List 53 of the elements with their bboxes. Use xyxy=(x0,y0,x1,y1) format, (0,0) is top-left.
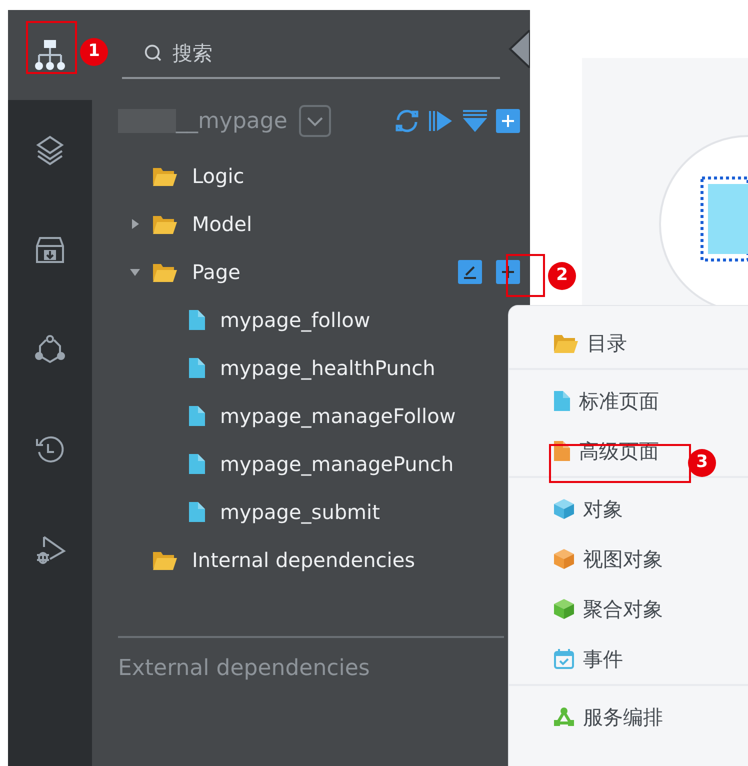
folder-icon xyxy=(152,165,178,187)
debug-run-icon[interactable] xyxy=(34,534,66,566)
menu-item[interactable]: 聚合对象 xyxy=(553,594,663,624)
add-icon[interactable] xyxy=(496,109,520,133)
highlight-frame xyxy=(506,254,545,297)
tree-item-label[interactable]: Page xyxy=(192,257,240,287)
add-icon[interactable] xyxy=(496,260,520,284)
search-field[interactable]: 搜索 xyxy=(172,38,478,68)
tree-item-label[interactable]: Internal dependencies xyxy=(192,545,416,575)
collapse-all-icon[interactable] xyxy=(462,108,488,134)
document-icon xyxy=(188,309,206,331)
document-icon xyxy=(188,501,206,523)
tree-item-label[interactable]: mypage_managePunch xyxy=(220,449,454,479)
expand-arrow-icon[interactable] xyxy=(130,267,140,277)
document-icon xyxy=(188,405,206,427)
tree-item-label[interactable]: mypage_healthPunch xyxy=(220,353,436,383)
folder-icon xyxy=(152,261,178,283)
nodes-cycle-icon[interactable] xyxy=(34,334,66,366)
tree-item-label[interactable]: Logic xyxy=(192,161,244,191)
document-icon xyxy=(188,357,206,379)
tree-item-label[interactable]: mypage_follow xyxy=(220,305,370,335)
tree-item-label[interactable]: mypage_manageFollow xyxy=(220,401,456,431)
menu-item[interactable]: 服务编排 xyxy=(553,702,663,732)
cube-icon xyxy=(553,498,575,520)
document-icon xyxy=(188,453,206,475)
expand-arrow-icon[interactable] xyxy=(130,219,140,229)
menu-item[interactable]: 标准页面 xyxy=(553,386,659,416)
archive-download-icon[interactable] xyxy=(34,234,66,266)
folder-icon xyxy=(152,549,178,571)
menu-item[interactable]: 视图对象 xyxy=(553,544,663,574)
sitemap-icon[interactable] xyxy=(34,39,66,71)
menu-item[interactable]: 事件 xyxy=(553,644,623,674)
cube-icon xyxy=(553,598,575,620)
folder-icon xyxy=(152,213,178,235)
layers-icon[interactable] xyxy=(34,134,66,166)
cube-icon xyxy=(553,548,575,570)
tree-item-label[interactable]: mypage_submit xyxy=(220,497,380,527)
menu-item[interactable]: 对象 xyxy=(553,494,623,524)
highlight-frame xyxy=(26,21,77,74)
dropdown-icon[interactable] xyxy=(299,105,332,137)
play-icon[interactable] xyxy=(428,108,454,134)
refresh-icon[interactable] xyxy=(394,108,420,134)
menu-item[interactable]: 目录 xyxy=(553,328,627,358)
calendar-icon xyxy=(553,648,575,670)
folder-icon xyxy=(553,332,579,354)
search-icon xyxy=(144,42,162,62)
step-badge: 2 xyxy=(548,262,576,290)
project-name: __mypage xyxy=(176,108,288,136)
edit-icon[interactable] xyxy=(458,260,482,284)
document-icon xyxy=(553,390,571,412)
flow-icon xyxy=(553,706,575,728)
collapse-tab-icon[interactable] xyxy=(508,30,530,68)
tree-item-label[interactable]: Model xyxy=(192,209,252,239)
